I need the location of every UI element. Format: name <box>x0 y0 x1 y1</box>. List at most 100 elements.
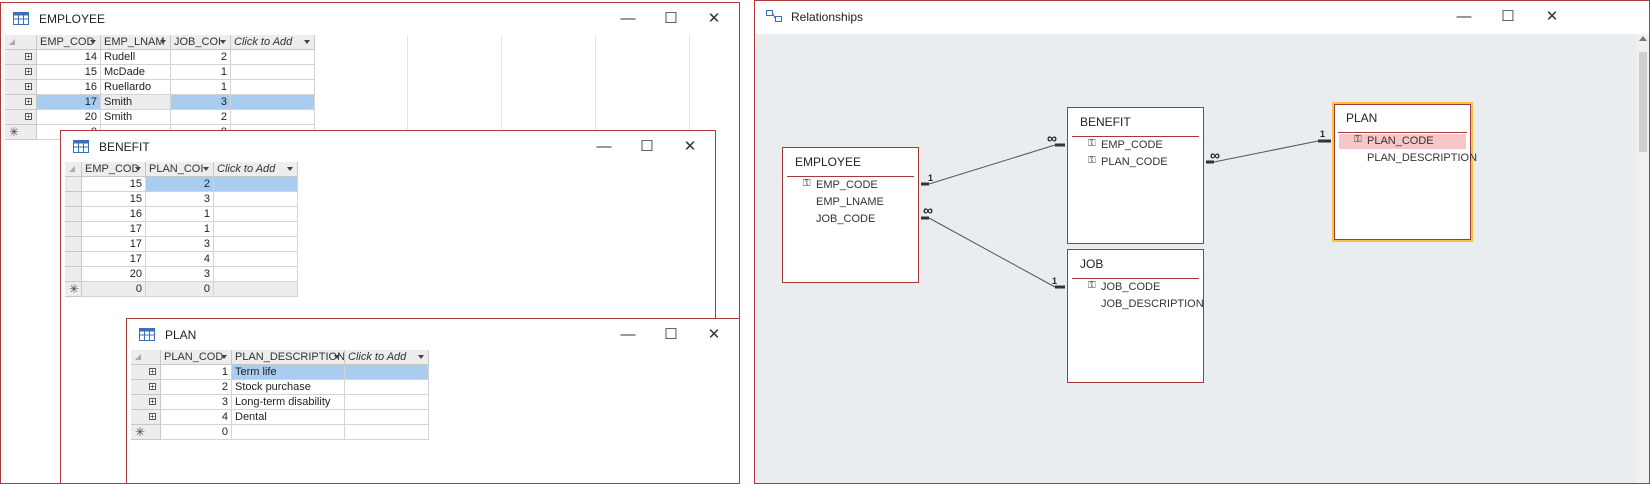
maximize-button[interactable]: ☐ <box>630 135 664 159</box>
column-header-emp-code[interactable]: EMP_COD <box>82 162 146 177</box>
chevron-down-icon[interactable] <box>221 355 227 359</box>
close-button[interactable]: ✕ <box>697 7 731 31</box>
row-selector[interactable] <box>65 252 82 267</box>
expand-icon[interactable]: + <box>25 68 32 76</box>
plan-table-box[interactable]: PLAN ⚿ PLAN_CODE PLAN_DESCRIPTION <box>1332 102 1477 242</box>
row-selector[interactable]: + <box>5 80 37 95</box>
cell-plan-code[interactable]: 1 <box>146 207 214 222</box>
cell-click-to-add[interactable] <box>231 95 315 110</box>
cell-emp-code[interactable]: 17 <box>82 252 146 267</box>
cell-plan-code[interactable]: 4 <box>146 252 214 267</box>
field-plan-description[interactable]: PLAN_DESCRIPTION <box>1367 152 1477 164</box>
chevron-down-icon[interactable] <box>135 167 141 171</box>
row-selector[interactable]: + <box>5 110 37 125</box>
cell-click-to-add[interactable] <box>214 252 298 267</box>
cell-emp-code[interactable]: 15 <box>82 192 146 207</box>
cell-click-to-add[interactable] <box>214 282 298 297</box>
cell-plan-code[interactable]: 2 <box>161 380 232 395</box>
table-row[interactable]: + 20 Smith 2 <box>5 110 738 125</box>
cell-emp-code[interactable]: 15 <box>37 65 101 80</box>
close-button[interactable]: ✕ <box>673 135 707 159</box>
job-table-box[interactable]: JOB ⚿ JOB_CODE JOB_DESCRIPTION <box>1067 249 1204 383</box>
chevron-down-icon[interactable] <box>334 355 340 359</box>
cell-emp-lname[interactable]: Smith <box>101 110 171 125</box>
cell-click-to-add[interactable] <box>214 207 298 222</box>
cell-plan-code[interactable]: 0 <box>161 425 232 440</box>
cell-click-to-add[interactable] <box>345 365 429 380</box>
column-header-plan-description[interactable]: PLAN_DESCRIPTION <box>232 350 345 365</box>
row-selector[interactable] <box>65 207 82 222</box>
minimize-button[interactable]: — <box>611 323 645 347</box>
field-emp-lname[interactable]: EMP_LNAME <box>816 196 884 208</box>
cell-plan-code[interactable]: 3 <box>146 267 214 282</box>
row-selector[interactable]: + <box>5 95 37 110</box>
maximize-button[interactable]: ☐ <box>654 323 688 347</box>
row-selector[interactable]: ✳ <box>131 425 161 440</box>
cell-job-code[interactable]: 3 <box>171 95 231 110</box>
chevron-down-icon[interactable] <box>220 40 226 44</box>
cell-click-to-add[interactable] <box>345 410 429 425</box>
expand-icon[interactable]: + <box>149 413 156 421</box>
employee-titlebar[interactable]: EMPLOYEE — ☐ ✕ <box>1 3 739 35</box>
cell-plan-code[interactable]: 3 <box>161 395 232 410</box>
table-row[interactable]: + 16 Ruellardo 1 <box>5 80 738 95</box>
select-all-corner[interactable] <box>131 350 161 365</box>
cell-click-to-add[interactable] <box>231 110 315 125</box>
cell-emp-code[interactable]: 16 <box>37 80 101 95</box>
minimize-button[interactable]: — <box>611 7 645 31</box>
cell-emp-code[interactable]: 20 <box>82 267 146 282</box>
cell-plan-code[interactable]: 3 <box>146 237 214 252</box>
column-header-job-code[interactable]: JOB_COI <box>171 35 231 50</box>
field-emp-code[interactable]: EMP_CODE <box>816 179 878 191</box>
cell-plan-description[interactable]: Stock purchase <box>232 380 345 395</box>
expand-icon[interactable]: + <box>25 53 32 61</box>
chevron-down-icon[interactable] <box>90 40 96 44</box>
cell-emp-lname[interactable]: Ruellardo <box>101 80 171 95</box>
field-job-description[interactable]: JOB_DESCRIPTION <box>1101 298 1204 310</box>
scroll-thumb[interactable] <box>1639 52 1647 152</box>
field-emp-code[interactable]: EMP_CODE <box>1101 139 1163 151</box>
cell-click-to-add[interactable] <box>231 50 315 65</box>
cell-click-to-add[interactable] <box>214 267 298 282</box>
close-button[interactable]: ✕ <box>1535 5 1569 29</box>
row-selector[interactable]: ✳ <box>65 282 82 297</box>
cell-click-to-add[interactable] <box>231 80 315 95</box>
field-job-code[interactable]: JOB_CODE <box>816 213 875 225</box>
row-selector[interactable] <box>65 267 82 282</box>
column-header-click-to-add[interactable]: Click to Add <box>214 162 298 177</box>
chevron-down-icon[interactable] <box>304 40 310 44</box>
benefit-table-box[interactable]: BENEFIT ⚿ EMP_CODE ⚿ PLAN_CODE <box>1067 107 1204 244</box>
cell-emp-code[interactable]: 17 <box>37 95 101 110</box>
cell-emp-code[interactable]: 14 <box>37 50 101 65</box>
field-plan-code[interactable]: PLAN_CODE <box>1367 135 1434 147</box>
column-header-click-to-add[interactable]: Click to Add <box>231 35 315 50</box>
relationships-canvas[interactable]: 1 ∞ ∞ 1 ∞ 1 EMPLOYEE ⚿ EMP_CODE EMP_LNAM… <box>755 34 1649 483</box>
cell-plan-description[interactable]: Dental <box>232 410 345 425</box>
select-all-corner[interactable] <box>5 35 37 50</box>
cell-emp-code[interactable]: 17 <box>82 222 146 237</box>
cell-emp-lname[interactable]: McDade <box>101 65 171 80</box>
cell-plan-description[interactable] <box>232 425 345 440</box>
cell-click-to-add[interactable] <box>214 237 298 252</box>
column-header-plan-code[interactable]: PLAN_COD <box>161 350 232 365</box>
table-row[interactable]: + 14 Rudell 2 <box>5 50 738 65</box>
relationships-titlebar[interactable]: Relationships — ☐ ✕ <box>755 1 1649 33</box>
maximize-button[interactable]: ☐ <box>1491 5 1525 29</box>
row-selector[interactable]: + <box>131 410 161 425</box>
maximize-button[interactable]: ☐ <box>654 7 688 31</box>
expand-icon[interactable]: + <box>25 113 32 121</box>
cell-plan-code[interactable]: 2 <box>146 177 214 192</box>
cell-job-code[interactable]: 2 <box>171 50 231 65</box>
minimize-button[interactable]: — <box>587 135 621 159</box>
row-selector[interactable] <box>65 177 82 192</box>
cell-emp-code[interactable]: 16 <box>82 207 146 222</box>
minimize-button[interactable]: — <box>1447 5 1481 29</box>
row-selector[interactable]: + <box>131 395 161 410</box>
plan-titlebar[interactable]: PLAN — ☐ ✕ <box>127 319 739 351</box>
cell-emp-lname[interactable]: Rudell <box>101 50 171 65</box>
column-header-emp-lname[interactable]: EMP_LNAM <box>101 35 171 50</box>
select-all-corner[interactable] <box>65 162 82 177</box>
cell-emp-lname[interactable]: Smith <box>101 95 171 110</box>
column-header-emp-code[interactable]: EMP_COD <box>37 35 101 50</box>
row-selector[interactable]: ✳ <box>5 125 37 140</box>
